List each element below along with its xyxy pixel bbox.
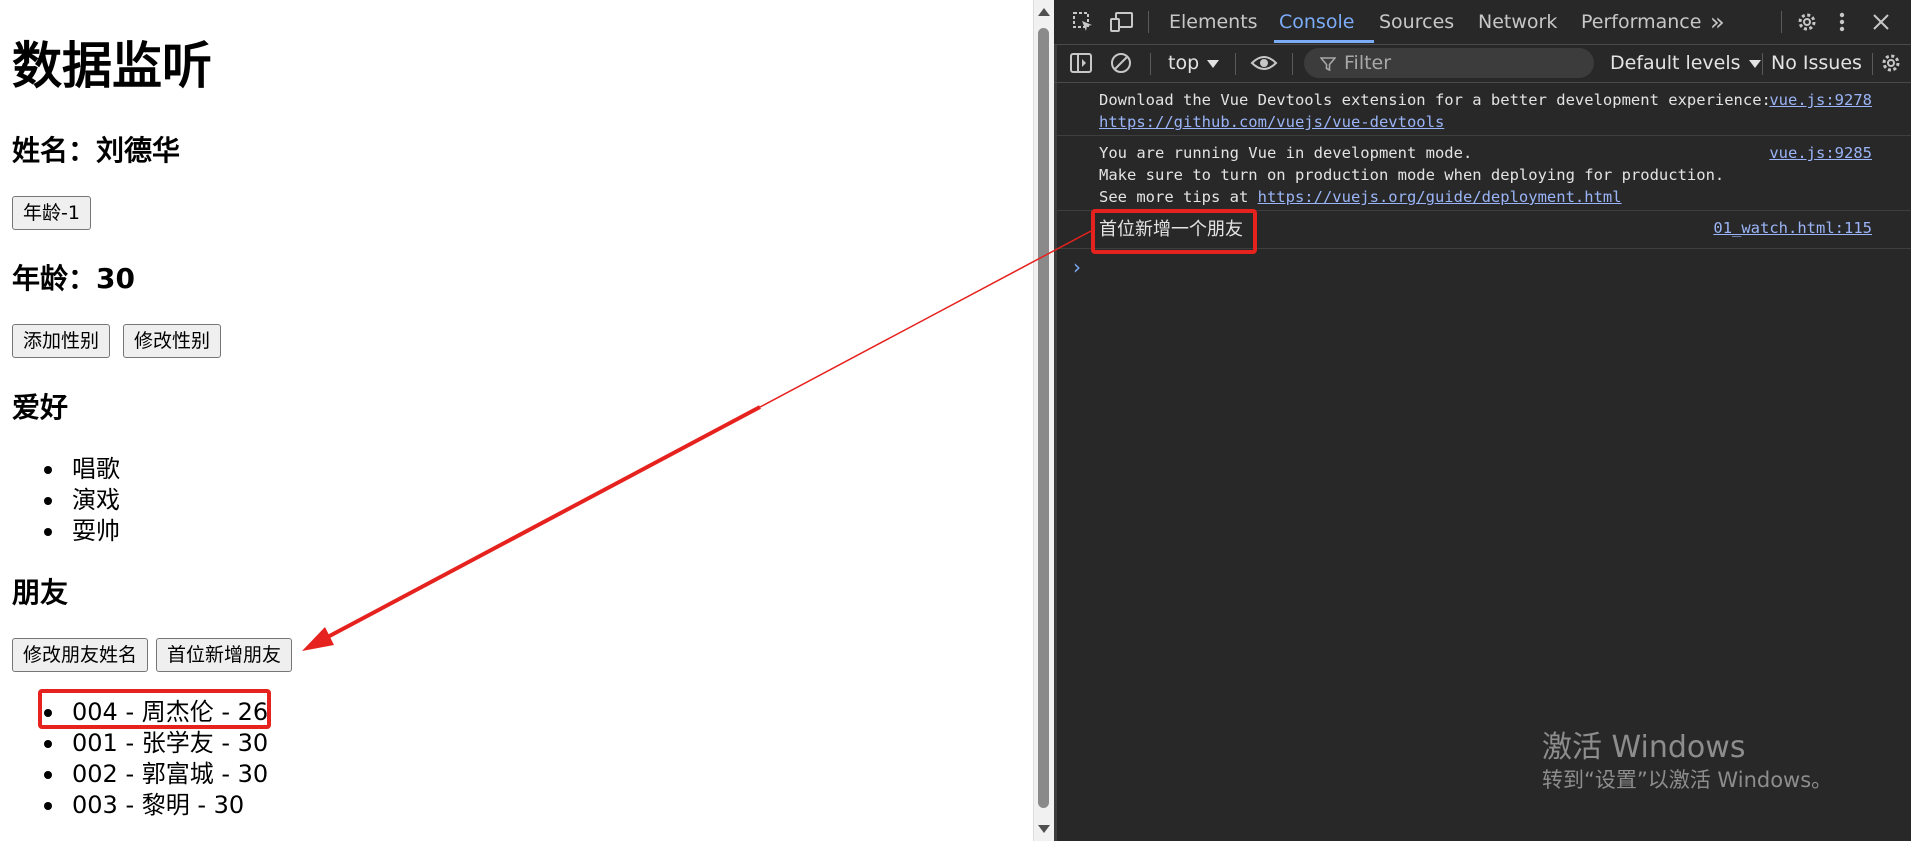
console-settings-gear-icon[interactable] <box>1880 52 1902 74</box>
separator <box>1781 11 1782 33</box>
scroll-up-arrow-icon[interactable] <box>1038 8 1050 16</box>
hobby-text: 演戏 <box>72 486 120 514</box>
friends-heading: 朋友 <box>12 576 69 609</box>
activation-watermark-subtitle: 转到“设置”以激活 Windows。 <box>1542 768 1833 792</box>
highlight-box-new-friend <box>38 689 271 729</box>
bullet-dot <box>44 528 52 536</box>
separator <box>1148 11 1149 33</box>
devtools-panel: Elements Console Sources Network Perform… <box>1054 0 1911 841</box>
issues-counter[interactable]: No Issues <box>1771 45 1862 81</box>
device-toolbar-icon[interactable] <box>1110 11 1134 33</box>
modify-gender-button[interactable]: 修改性别 <box>123 324 222 358</box>
page-scrollbar[interactable] <box>1033 0 1054 841</box>
rendered-page: 数据监听 姓名：刘德华 年龄-1 年龄：30 添加性别 修改性别 爱好 唱歌 演… <box>0 0 1033 841</box>
activation-watermark-title: 激活 Windows <box>1542 730 1746 765</box>
context-selector[interactable]: top <box>1168 45 1220 81</box>
scroll-thumb[interactable] <box>1038 28 1049 808</box>
log-levels-dropdown[interactable]: Default levels <box>1610 45 1761 81</box>
more-options-icon[interactable] <box>1838 11 1846 33</box>
devtools-tabbar: Elements Console Sources Network Perform… <box>1054 0 1911 45</box>
tab-performance[interactable]: Performance <box>1581 0 1701 44</box>
console-message-text: Make sure to turn on production mode whe… <box>1099 166 1725 184</box>
bullet-dot <box>44 466 52 474</box>
console-message-text: You are running Vue in development mode. <box>1099 144 1473 162</box>
chevron-down-icon <box>1207 59 1220 68</box>
console-message: You are running Vue in development mode.… <box>1054 136 1911 211</box>
inspect-element-icon[interactable] <box>1072 11 1094 33</box>
hobbies-heading: 爱好 <box>12 391 69 424</box>
console-toolbar: top Filter Default levels No Issues <box>1054 45 1911 83</box>
tab-elements[interactable]: Elements <box>1169 0 1258 44</box>
more-tabs-icon[interactable]: » <box>1710 0 1725 44</box>
add-gender-button[interactable]: 添加性别 <box>12 324 111 358</box>
highlight-box-console-log <box>1091 209 1257 254</box>
modify-friend-name-button[interactable]: 修改朋友姓名 <box>12 638 149 672</box>
console-message-link[interactable]: https://vuejs.org/guide/deployment.html <box>1258 188 1622 206</box>
page-title: 数据监听 <box>12 37 212 95</box>
bullet-dot <box>44 802 52 810</box>
age-label: 年龄：30 <box>12 262 135 295</box>
tab-sources[interactable]: Sources <box>1379 0 1454 44</box>
context-value: top <box>1168 52 1200 74</box>
settings-gear-icon[interactable] <box>1796 11 1818 33</box>
console-message-text: See more tips at https://vuejs.org/guide… <box>1099 186 1622 208</box>
console-message-text: Download the Vue Devtools extension for … <box>1099 91 1771 109</box>
name-label: 姓名：刘德华 <box>12 134 181 167</box>
bullet-dot <box>44 771 52 779</box>
bullet-dot <box>44 497 52 505</box>
console-prompt-icon[interactable]: › <box>1073 255 1081 279</box>
add-friend-first-button[interactable]: 首位新增朋友 <box>156 638 293 672</box>
live-expression-eye-icon[interactable] <box>1250 54 1278 72</box>
scroll-down-arrow-icon[interactable] <box>1038 825 1050 833</box>
hobby-text: 唱歌 <box>72 455 120 483</box>
show-sidebar-icon[interactable] <box>1070 53 1092 73</box>
chevron-down-icon <box>1748 59 1761 68</box>
separator <box>1292 53 1293 75</box>
tab-console[interactable]: Console <box>1279 0 1354 44</box>
separator <box>1762 53 1763 75</box>
console-source-link[interactable]: 01_watch.html:115 <box>1713 217 1872 239</box>
console-source-link[interactable]: vue.js:9278 <box>1769 89 1872 111</box>
log-levels-label: Default levels <box>1610 52 1741 74</box>
tab-network[interactable]: Network <box>1478 0 1557 44</box>
console-message-prefix: See more tips at <box>1099 188 1258 206</box>
hobby-text: 耍帅 <box>72 517 120 545</box>
separator <box>1150 53 1151 75</box>
friend-text: 002 - 郭富城 - 30 <box>72 760 269 788</box>
console-message: Download the Vue Devtools extension for … <box>1054 83 1911 136</box>
console-source-link[interactable]: vue.js:9285 <box>1769 142 1872 164</box>
active-tab-indicator <box>1274 40 1374 43</box>
console-message-link[interactable]: https://github.com/vuejs/vue-devtools <box>1099 111 1444 133</box>
friend-text: 003 - 黎明 - 30 <box>72 791 245 819</box>
filter-input[interactable]: Filter <box>1344 45 1391 81</box>
friend-text: 001 - 张学友 - 30 <box>72 729 269 757</box>
close-icon[interactable] <box>1872 13 1890 31</box>
bullet-dot <box>44 740 52 748</box>
filter-funnel-icon <box>1320 57 1336 72</box>
separator <box>1872 53 1873 75</box>
separator <box>1235 53 1236 75</box>
clear-console-icon[interactable] <box>1110 52 1132 74</box>
age-minus-button[interactable]: 年龄-1 <box>12 196 91 230</box>
